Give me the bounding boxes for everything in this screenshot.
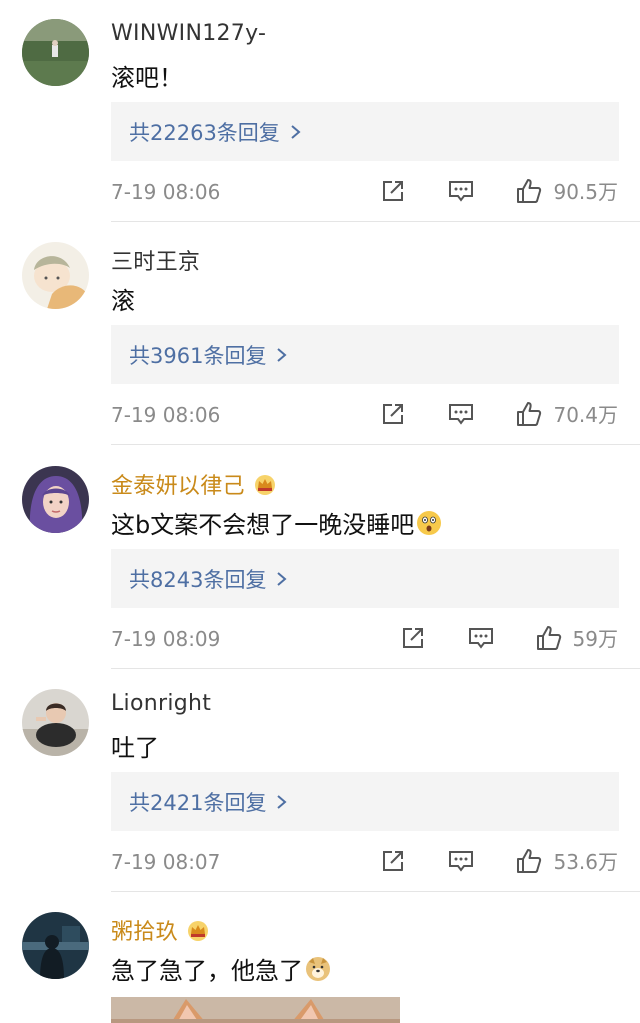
crown-badge-icon [187,921,208,941]
comment-text-content: 急了急了，他急了 [111,957,303,985]
username-text: 金泰妍以律己 [111,474,245,499]
view-replies-button[interactable]: 共3961条回复 [111,325,619,384]
thumbs-up-icon [517,848,542,873]
comment-text: 急了急了，他急了 [111,951,331,986]
thumbs-up-icon [517,401,542,426]
reply-count-label: 共8243条回复 [129,567,267,592]
comment-item: WINWIN127y- 滚吧！ 共22263条回复 7-19 08:06 90.… [0,0,640,223]
reply-count-label: 共2421条回复 [129,790,267,815]
divider [111,444,640,445]
comment-icon[interactable] [447,847,475,875]
divider [111,221,640,222]
comment-text: 吐了 [111,734,159,762]
doge-emoji-icon [306,956,330,981]
view-replies-button[interactable]: 共2421条回复 [111,772,619,831]
like-count: 90.5万 [553,180,618,204]
comment-text: 这b文案不会想了一晚没睡吧 [111,505,442,540]
person-avatar-image [22,689,89,756]
view-replies-button[interactable]: 共8243条回复 [111,549,619,608]
like-count: 70.4万 [553,403,618,427]
avatar[interactable] [22,689,89,756]
avatar[interactable] [22,912,89,979]
comment-icon[interactable] [467,624,495,652]
comment-time: 7-19 08:06 [111,180,221,204]
avatar[interactable] [22,242,89,309]
reply-count-label: 共22263条回复 [129,120,280,145]
comment-image-preview[interactable] [111,997,400,1023]
comment-time: 7-19 08:09 [111,627,221,651]
share-icon[interactable] [399,624,427,652]
crown-badge-icon [254,475,275,495]
avatar[interactable] [22,466,89,533]
comment-text: 滚吧！ [111,64,183,92]
username[interactable]: 金泰妍以律己 [111,468,277,500]
avatar[interactable] [22,19,89,86]
thumbs-up-icon [517,178,542,203]
comment-actions: 59万 [399,623,618,652]
chevron-right-icon [277,571,287,586]
anime-avatar-image [22,242,89,309]
comment-time: 7-19 08:06 [111,403,221,427]
view-replies-button[interactable]: 共22263条回复 [111,102,619,161]
like-button[interactable]: 90.5万 [515,176,618,205]
thumbs-up-icon [536,625,561,650]
comment-time: 7-19 08:07 [111,850,221,874]
like-count: 53.6万 [553,850,618,874]
share-icon[interactable] [379,177,407,205]
share-icon[interactable] [379,847,407,875]
chevron-right-icon [277,347,287,362]
comment-item: 金泰妍以律己 这b文案不会想了一晚没睡吧 共8243条回复 7-19 08:09 [0,447,640,670]
comment-text: 滚 [111,287,135,315]
comment-item: Lionright 吐了 共2421条回复 7-19 08:07 53.6万 [0,670,640,893]
username-text: 粥拾玖 [111,920,178,945]
comment-actions: 53.6万 [379,846,618,875]
like-button[interactable]: 59万 [535,623,618,652]
girl-avatar-image [22,466,89,533]
comment-actions: 90.5万 [379,176,618,205]
landscape-avatar-image [22,19,89,86]
divider [111,891,640,892]
astonished-emoji-icon [417,510,442,535]
username[interactable]: 三时王京 [111,244,200,276]
comment-actions: 70.4万 [379,399,618,428]
like-count: 59万 [572,627,618,651]
share-icon[interactable] [379,400,407,428]
username[interactable]: 粥拾玖 [111,914,210,946]
comment-item: 三时王京 滚 共3961条回复 7-19 08:06 70.4万 [0,223,640,446]
cat-image [111,997,400,1023]
username[interactable]: Lionright [111,691,211,716]
username[interactable]: WINWIN127y- [111,21,266,46]
reply-count-label: 共3961条回复 [129,343,267,368]
like-button[interactable]: 53.6万 [515,846,618,875]
comment-icon[interactable] [447,177,475,205]
chevron-right-icon [291,124,301,139]
comment-text-content: 这b文案不会想了一晚没睡吧 [111,511,415,539]
divider [111,668,640,669]
chevron-right-icon [277,794,287,809]
comment-icon[interactable] [447,400,475,428]
night-avatar-image [22,912,89,979]
like-button[interactable]: 70.4万 [515,399,618,428]
